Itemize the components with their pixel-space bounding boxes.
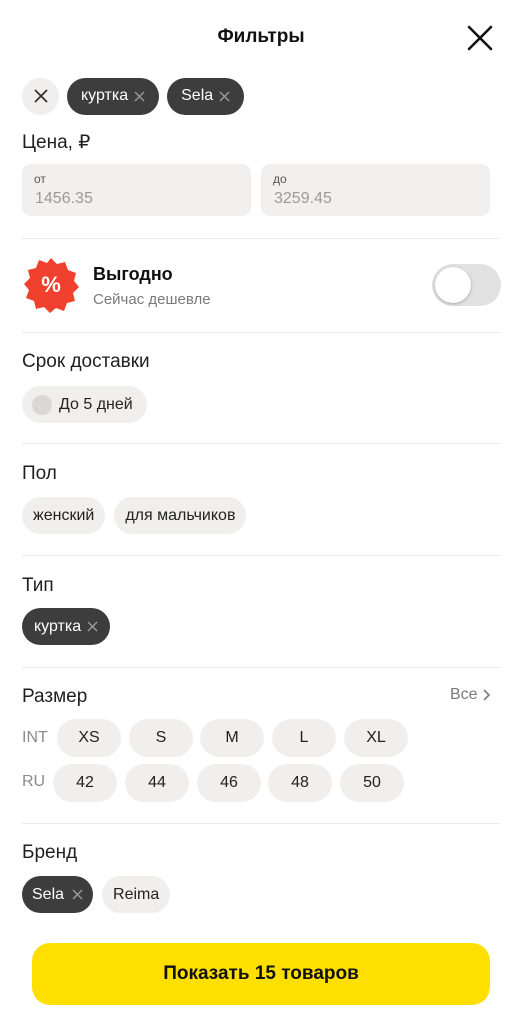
size-int-m[interactable]: M xyxy=(200,719,264,757)
brand-options: Sela Reima xyxy=(22,876,171,913)
size-label: 42 xyxy=(76,774,94,791)
size-int-xs[interactable]: XS xyxy=(57,719,121,757)
size-int-l[interactable]: L xyxy=(272,719,336,757)
size-ru-48[interactable]: 48 xyxy=(268,764,332,802)
size-all-label: Все xyxy=(450,686,478,703)
radio-icon xyxy=(32,394,52,415)
delivery-section-title: Срок доставки xyxy=(22,351,150,372)
divider xyxy=(22,238,500,239)
type-section-title: Тип xyxy=(22,575,54,596)
gender-option-boys[interactable]: для мальчиков xyxy=(114,497,247,534)
remove-icon[interactable] xyxy=(134,91,145,102)
remove-icon[interactable] xyxy=(72,889,83,900)
discount-badge-icon: % xyxy=(22,256,80,314)
size-label: 48 xyxy=(291,774,309,791)
divider xyxy=(22,823,500,824)
size-ru-46[interactable]: 46 xyxy=(197,764,261,802)
show-results-button[interactable]: Показать 15 товаров xyxy=(32,943,490,1005)
size-label: 50 xyxy=(363,774,381,791)
close-icon xyxy=(467,25,493,51)
type-options: куртка xyxy=(22,608,111,645)
gender-option-label: женский xyxy=(33,506,95,524)
price-from-label: от xyxy=(34,172,46,186)
page-title: Фильтры xyxy=(217,26,305,47)
size-label: S xyxy=(155,729,167,746)
active-filters: куртка Sela xyxy=(22,77,245,115)
size-ru-label: RU xyxy=(22,773,46,790)
brand-option-reima[interactable]: Reima xyxy=(102,876,171,913)
size-ru-42[interactable]: 42 xyxy=(53,764,117,802)
size-ru-44[interactable]: 44 xyxy=(125,764,189,802)
size-label: 44 xyxy=(148,774,166,791)
remove-icon[interactable] xyxy=(219,91,230,102)
size-int-label: INT xyxy=(22,729,48,746)
discount-badge-text: % xyxy=(41,272,61,297)
price-to-label: до xyxy=(273,172,287,186)
size-section-title: Размер xyxy=(22,686,88,707)
divider xyxy=(22,332,500,333)
chip-label: куртка xyxy=(81,87,129,104)
delivery-options: До 5 дней xyxy=(22,386,147,423)
price-to-field[interactable]: до 3259.45 xyxy=(261,164,490,216)
header: Фильтры xyxy=(0,0,522,76)
size-label: L xyxy=(299,729,309,746)
remove-icon[interactable] xyxy=(87,621,98,632)
promo-toggle[interactable] xyxy=(432,264,501,306)
active-filter-chip-type[interactable]: куртка xyxy=(67,77,160,115)
filters-screen: Фильтры куртка Sela Цена, ₽ от 1456.35 д… xyxy=(0,0,522,1024)
size-ru-50[interactable]: 50 xyxy=(340,764,404,802)
size-label: XL xyxy=(366,729,386,746)
size-int-xl[interactable]: XL xyxy=(344,719,408,757)
toggle-knob xyxy=(435,267,471,303)
type-option-label: куртка xyxy=(34,617,82,635)
gender-options: женский для мальчиков xyxy=(22,497,247,534)
close-icon xyxy=(34,89,47,103)
divider xyxy=(22,443,500,444)
gender-option-label: для мальчиков xyxy=(125,506,236,524)
brand-option-sela[interactable]: Sela xyxy=(22,876,94,913)
close-button[interactable] xyxy=(464,22,496,54)
gender-option-female[interactable]: женский xyxy=(22,497,106,534)
brand-section-title: Бренд xyxy=(22,842,78,863)
show-results-label: Показать 15 товаров xyxy=(163,963,359,984)
brand-option-label: Reima xyxy=(113,885,160,903)
divider xyxy=(22,667,500,668)
delivery-option-label: До 5 дней xyxy=(59,395,133,413)
promo-subtitle: Сейчас дешевле xyxy=(93,291,211,308)
price-from-placeholder: 1456.35 xyxy=(35,190,93,207)
delivery-option-5-days[interactable]: До 5 дней xyxy=(22,386,147,423)
chevron-right-icon xyxy=(483,689,490,701)
active-filter-chip-brand[interactable]: Sela xyxy=(167,77,245,115)
size-label: M xyxy=(225,729,239,746)
brand-option-label: Sela xyxy=(32,885,65,903)
size-label: XS xyxy=(78,729,100,746)
clear-filters-button[interactable] xyxy=(22,77,59,115)
chip-label: Sela xyxy=(181,87,214,104)
divider xyxy=(22,555,500,556)
type-option-jacket[interactable]: куртка xyxy=(22,608,111,645)
size-label: 46 xyxy=(220,774,238,791)
promo-title: Выгодно xyxy=(93,264,173,284)
price-from-field[interactable]: от 1456.35 xyxy=(22,164,251,216)
size-all-link[interactable]: Все xyxy=(450,686,492,704)
gender-section-title: Пол xyxy=(22,463,57,484)
price-to-placeholder: 3259.45 xyxy=(274,190,332,207)
size-int-s[interactable]: S xyxy=(129,719,193,757)
price-section-title: Цена, ₽ xyxy=(22,132,91,153)
